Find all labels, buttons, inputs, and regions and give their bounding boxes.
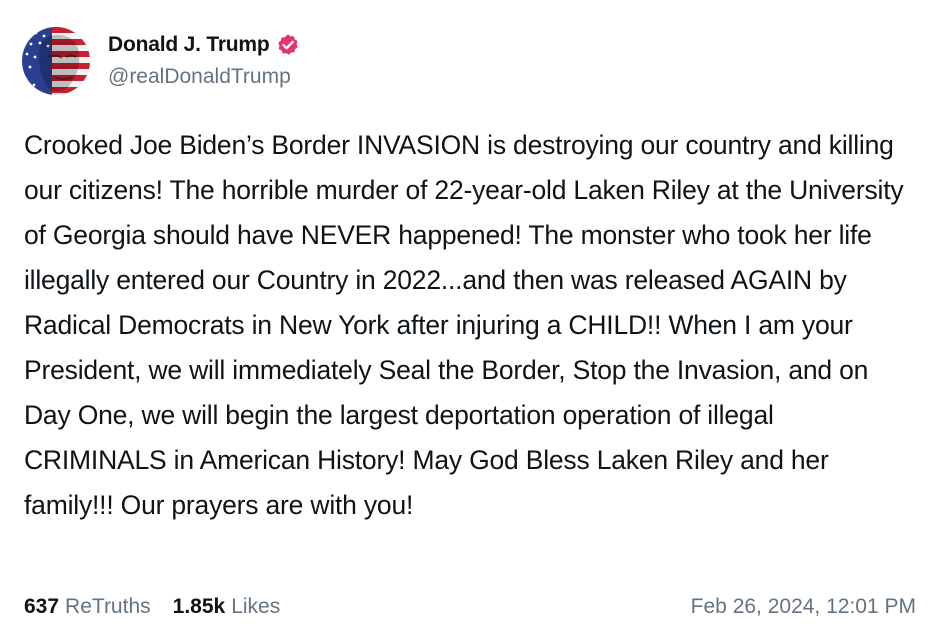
retruths-label: ReTruths xyxy=(65,595,151,618)
post-text: Crooked Joe Biden’s Border INVASION is d… xyxy=(24,130,911,520)
author-display-name[interactable]: Donald J. Trump xyxy=(108,33,270,57)
verified-badge-icon xyxy=(276,33,300,57)
avatar-image xyxy=(22,27,90,95)
post-card: Donald J. Trump @realDonaldTrump Crooked… xyxy=(0,0,940,642)
author-names: Donald J. Trump @realDonaldTrump xyxy=(108,28,300,92)
post-timestamp[interactable]: Feb 26, 2024, 12:01 PM xyxy=(691,595,916,619)
post-footer: 637 ReTruths 1.85k Likes Feb 26, 2024, 1… xyxy=(24,591,916,623)
likes-label: Likes xyxy=(231,595,281,618)
name-row: Donald J. Trump xyxy=(108,28,300,62)
author-handle[interactable]: @realDonaldTrump xyxy=(108,62,300,92)
retruths-stat[interactable]: 637 ReTruths xyxy=(24,595,151,619)
post-header: Donald J. Trump @realDonaldTrump xyxy=(22,27,300,95)
likes-count: 1.85k xyxy=(172,595,226,618)
retruths-count: 637 xyxy=(24,595,60,618)
avatar[interactable] xyxy=(22,27,90,95)
likes-stat[interactable]: 1.85k Likes xyxy=(173,595,281,619)
